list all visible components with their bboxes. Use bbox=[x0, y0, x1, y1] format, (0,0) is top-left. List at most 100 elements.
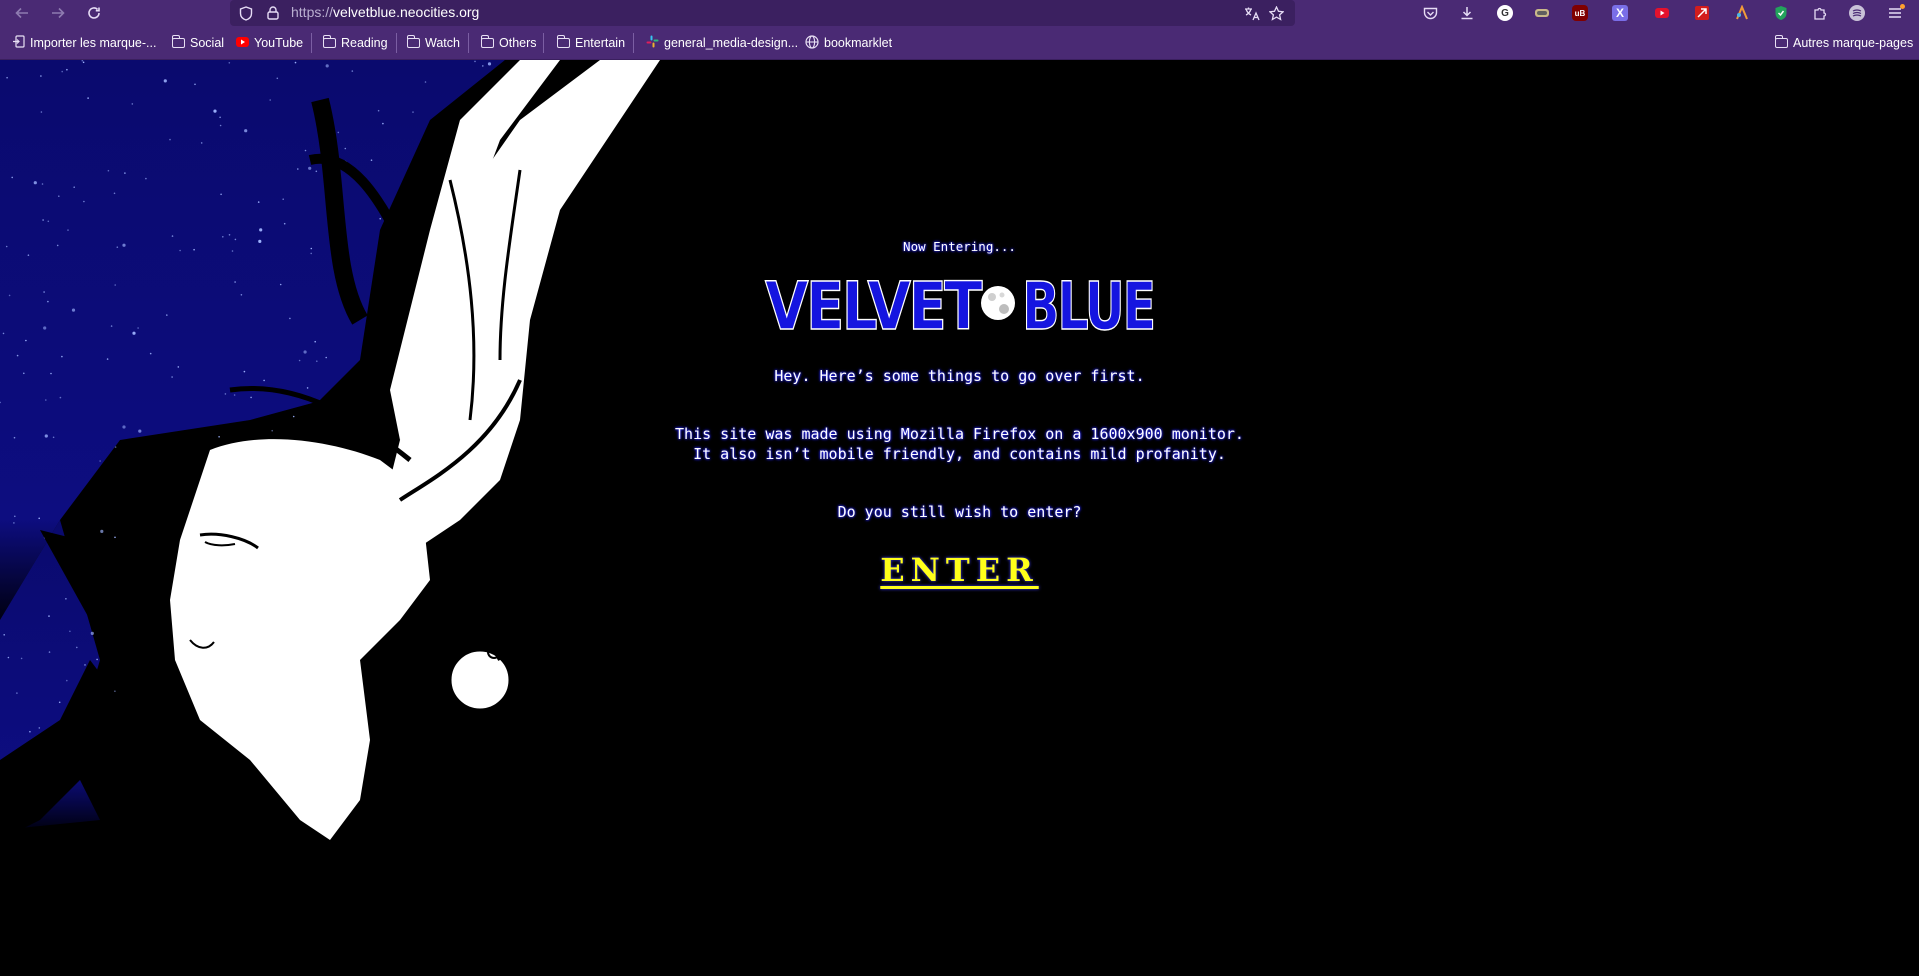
star bbox=[100, 529, 104, 533]
star bbox=[41, 183, 44, 185]
reload-icon[interactable] bbox=[83, 2, 105, 24]
bookmark-separator bbox=[396, 33, 397, 53]
star bbox=[43, 291, 45, 293]
bookmark-label: Entertain bbox=[575, 36, 626, 50]
star bbox=[222, 236, 224, 238]
star bbox=[43, 326, 47, 330]
intro-text: Hey. Here’s some things to go over first… bbox=[774, 367, 1145, 385]
forward-arrow-icon[interactable] bbox=[47, 2, 69, 24]
enter-container: ENTER bbox=[0, 551, 1919, 589]
star bbox=[114, 690, 116, 692]
bookmark-bookmarklet[interactable]: bookmarklet bbox=[805, 34, 892, 52]
star bbox=[33, 181, 37, 185]
star-icon[interactable] bbox=[1266, 3, 1286, 23]
star bbox=[42, 219, 44, 221]
account-icon[interactable] bbox=[1849, 5, 1865, 21]
star bbox=[377, 109, 380, 112]
star bbox=[40, 111, 43, 113]
slack-icon bbox=[646, 35, 659, 51]
ublock-icon[interactable]: uB bbox=[1572, 5, 1588, 21]
star bbox=[20, 657, 23, 660]
star bbox=[61, 355, 63, 358]
bookmark-label: Social bbox=[190, 36, 225, 50]
star bbox=[110, 325, 113, 327]
import-icon bbox=[12, 35, 25, 51]
star bbox=[292, 415, 295, 418]
logo-text-right: BLUE bbox=[1022, 268, 1154, 335]
info-line-2: It also isn’t mobile friendly, and conta… bbox=[693, 445, 1226, 463]
star bbox=[257, 201, 260, 203]
menu-icon[interactable] bbox=[1885, 3, 1905, 23]
bookmark-folder-watch[interactable]: Watch bbox=[406, 34, 460, 52]
star bbox=[107, 169, 110, 172]
star bbox=[200, 142, 203, 144]
star bbox=[325, 64, 329, 68]
star bbox=[306, 387, 309, 389]
folder-icon bbox=[406, 35, 420, 48]
bookmark-separator bbox=[311, 33, 312, 53]
page-viewport: Now Entering... VELVET BLUE Hey. Here’s … bbox=[0, 60, 1919, 976]
star bbox=[114, 536, 116, 539]
star bbox=[90, 631, 94, 636]
star bbox=[297, 168, 299, 170]
google-icon[interactable]: G bbox=[1497, 5, 1513, 21]
star bbox=[137, 327, 139, 329]
star bbox=[325, 356, 328, 359]
enter-link[interactable]: ENTER bbox=[880, 551, 1038, 589]
bookmark-slack[interactable]: general_media-design... bbox=[646, 34, 798, 52]
globe-icon bbox=[805, 34, 819, 52]
bookmark-import[interactable]: Importer les marque-... bbox=[12, 34, 156, 52]
lock-icon[interactable] bbox=[263, 3, 283, 23]
x-icon[interactable]: X bbox=[1612, 5, 1628, 21]
star bbox=[169, 138, 171, 141]
star bbox=[106, 358, 109, 360]
star bbox=[8, 294, 11, 297]
character-illustration bbox=[0, 60, 700, 880]
star bbox=[163, 79, 167, 83]
bookmark-label: Watch bbox=[425, 36, 460, 50]
extension-icon[interactable] bbox=[1532, 3, 1552, 23]
bookmark-label: Reading bbox=[341, 36, 388, 50]
shield-icon[interactable] bbox=[236, 3, 256, 23]
star bbox=[71, 308, 76, 312]
star bbox=[87, 97, 89, 99]
star bbox=[40, 75, 42, 77]
back-arrow-icon[interactable] bbox=[11, 2, 33, 24]
youtube-extension-icon[interactable] bbox=[1652, 3, 1672, 23]
star bbox=[48, 615, 50, 617]
star bbox=[279, 283, 282, 286]
star bbox=[47, 300, 49, 303]
url-bar[interactable]: https://velvetblue.neocities.org bbox=[230, 0, 1295, 26]
star bbox=[412, 111, 414, 113]
bookmark-separator bbox=[468, 33, 469, 53]
url-text[interactable]: https://velvetblue.neocities.org bbox=[291, 4, 479, 20]
site-logo: VELVET BLUE bbox=[764, 267, 1157, 335]
extension-icon[interactable] bbox=[1732, 3, 1752, 23]
extensions-puzzle-icon[interactable] bbox=[1810, 3, 1830, 23]
star bbox=[29, 730, 31, 733]
bookmark-folder-others[interactable]: Others bbox=[480, 34, 537, 52]
green-shield-icon[interactable] bbox=[1771, 3, 1791, 23]
star bbox=[61, 70, 63, 73]
star bbox=[228, 62, 231, 64]
pocket-icon[interactable] bbox=[1420, 3, 1440, 23]
bookmark-folder-social[interactable]: Social bbox=[171, 34, 225, 52]
star bbox=[308, 166, 312, 170]
star bbox=[298, 359, 301, 362]
other-bookmarks-folder[interactable]: Autres marque-pages bbox=[1774, 34, 1913, 52]
star bbox=[213, 109, 217, 113]
bookmark-youtube[interactable]: YouTube bbox=[236, 34, 303, 52]
downloads-icon[interactable] bbox=[1457, 3, 1477, 23]
star bbox=[6, 76, 8, 79]
bookmark-folder-reading[interactable]: Reading bbox=[322, 34, 388, 52]
star bbox=[244, 129, 248, 133]
moon-icon bbox=[981, 286, 1015, 320]
star bbox=[47, 220, 50, 223]
bookmark-folder-entertain[interactable]: Entertain bbox=[556, 34, 626, 52]
red-extension-icon[interactable] bbox=[1692, 3, 1712, 23]
translate-icon[interactable] bbox=[1242, 3, 1262, 23]
bookmark-label: YouTube bbox=[254, 36, 304, 50]
star bbox=[73, 186, 75, 188]
bookmarks-toolbar: Importer les marque-... Social YouTube R… bbox=[0, 26, 1919, 60]
star bbox=[48, 651, 51, 653]
